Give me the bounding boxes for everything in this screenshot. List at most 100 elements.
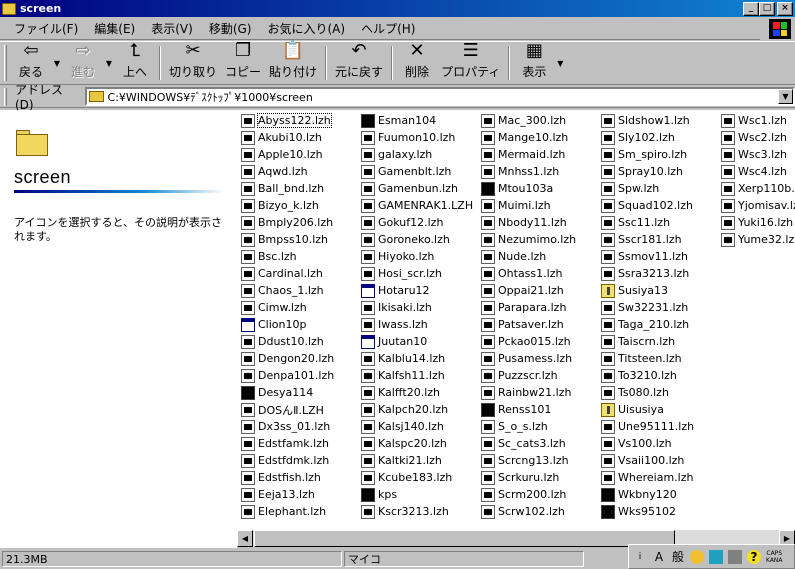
scroll-thumb[interactable] [254, 530, 675, 547]
file-item[interactable]: Mermaid.lzh [481, 146, 576, 163]
file-item[interactable]: Mnhss1.lzh [481, 163, 576, 180]
copy-button[interactable]: ❐ コピー [221, 41, 265, 84]
file-item[interactable]: Ssra3213.lzh [601, 265, 694, 282]
view-button[interactable]: ▦ 表示 [514, 41, 554, 84]
back-button[interactable]: ⇦ 戻る [11, 41, 51, 84]
paste-button[interactable]: 📋 貼り付け [265, 41, 321, 84]
file-item[interactable]: Vs100.lzh [601, 435, 694, 452]
file-item[interactable]: Gokuf12.lzh [361, 214, 473, 231]
file-item[interactable]: Edstfdmk.lzh [241, 452, 334, 469]
file-item[interactable]: Sly102.lzh [601, 129, 694, 146]
file-item[interactable]: Elephant.lzh [241, 503, 334, 520]
view-dropdown-icon[interactable]: ▼ [554, 42, 566, 84]
close-button[interactable]: × [777, 2, 793, 16]
file-item[interactable]: Kalfsh11.lzh [361, 367, 473, 384]
ime-tool-icon[interactable] [728, 549, 742, 564]
file-item[interactable]: Esman104 [361, 112, 473, 129]
menu-help[interactable]: ヘルプ(H) [353, 19, 423, 39]
file-item[interactable]: Kalpch20.lzh [361, 401, 473, 418]
file-item[interactable]: Mange10.lzh [481, 129, 576, 146]
file-item[interactable]: Edstfish.lzh [241, 469, 334, 486]
ime-dictionary-icon[interactable] [709, 549, 723, 564]
menu-file[interactable]: ファイル(F) [6, 19, 86, 39]
file-item[interactable]: Squad102.lzh [601, 197, 694, 214]
file-item[interactable]: Kalsj140.lzh [361, 418, 473, 435]
address-input[interactable]: C:¥WINDOWS¥ﾃﾞｽｸﾄｯﾌﾟ¥1000¥screen ▼ [84, 87, 795, 106]
back-dropdown-icon[interactable]: ▼ [51, 42, 63, 84]
file-item[interactable]: Scrw102.lzh [481, 503, 576, 520]
file-item[interactable]: Gamenblt.lzh [361, 163, 473, 180]
address-grip[interactable] [4, 87, 7, 106]
file-item[interactable]: Yuki16.lzh [721, 214, 795, 231]
undo-button[interactable]: ↶ 元に戻す [331, 41, 387, 84]
file-item[interactable]: Clion10p [241, 316, 334, 333]
file-item[interactable]: Aqwd.lzh [241, 163, 334, 180]
file-item[interactable]: Vsaii100.lzh [601, 452, 694, 469]
file-item[interactable]: GAMENRAK1.LZH [361, 197, 473, 214]
file-item[interactable]: Gamenbun.lzh [361, 180, 473, 197]
file-item[interactable]: Edstfamk.lzh [241, 435, 334, 452]
file-item[interactable]: Xerp110b.lzh [721, 180, 795, 197]
cut-button[interactable]: ✂ 切り取り [165, 41, 221, 84]
file-item[interactable]: Sscr181.lzh [601, 231, 694, 248]
minimize-button[interactable]: _ [743, 2, 759, 16]
file-item[interactable]: Nezumimo.lzh [481, 231, 576, 248]
file-item[interactable]: Hotaru12 [361, 282, 473, 299]
file-item[interactable]: To3210.lzh [601, 367, 694, 384]
file-item[interactable]: Cardinal.lzh [241, 265, 334, 282]
menu-favorites[interactable]: お気に入り(A) [259, 19, 353, 39]
file-item[interactable]: Mtou103a [481, 180, 576, 197]
file-item[interactable]: Ikisaki.lzh [361, 299, 473, 316]
file-item[interactable]: Akubi10.lzh [241, 129, 334, 146]
file-item[interactable]: Ball_bnd.lzh [241, 180, 334, 197]
file-item[interactable]: Scrm200.lzh [481, 486, 576, 503]
file-item[interactable]: Hiyoko.lzh [361, 248, 473, 265]
file-item[interactable]: Fuumon10.lzh [361, 129, 473, 146]
file-item[interactable]: Muimi.lzh [481, 197, 576, 214]
ime-help-icon[interactable]: ? [747, 549, 761, 564]
file-item[interactable]: Ssc11.lzh [601, 214, 694, 231]
file-item[interactable]: Wks95102 [601, 503, 694, 520]
file-item[interactable]: Eeja13.lzh [241, 486, 334, 503]
file-item[interactable]: Oppai21.lzh [481, 282, 576, 299]
file-item[interactable]: Ddust10.lzh [241, 333, 334, 350]
menu-view[interactable]: 表示(V) [143, 19, 201, 39]
file-item[interactable]: S_o_s.lzh [481, 418, 576, 435]
file-item[interactable]: Susiya13 [601, 282, 694, 299]
file-item[interactable]: Une95111.lzh [601, 418, 694, 435]
file-item[interactable]: Yjomisav.lzh [721, 197, 795, 214]
forward-dropdown-icon[interactable]: ▼ [103, 42, 115, 84]
address-dropdown-icon[interactable]: ▼ [778, 89, 793, 104]
file-item[interactable]: Sw32231.lzh [601, 299, 694, 316]
file-item[interactable]: Taiscrn.lzh [601, 333, 694, 350]
file-item[interactable]: Wsc4.lzh [721, 163, 795, 180]
file-item[interactable]: Bmpss10.lzh [241, 231, 334, 248]
file-item[interactable]: Denpa101.lzh [241, 367, 334, 384]
file-item[interactable]: Dengon20.lzh [241, 350, 334, 367]
file-item[interactable]: Ts080.lzh [601, 384, 694, 401]
file-item[interactable]: Parapara.lzh [481, 299, 576, 316]
file-item[interactable]: Wsc2.lzh [721, 129, 795, 146]
file-item[interactable]: Puzzscr.lzh [481, 367, 576, 384]
file-item[interactable]: Scrkuru.lzh [481, 469, 576, 486]
up-button[interactable]: ⮤ 上へ [115, 41, 155, 84]
menu-edit[interactable]: 編集(E) [86, 19, 143, 39]
file-item[interactable]: Goroneko.lzh [361, 231, 473, 248]
file-item[interactable]: Abyss122.lzh [241, 112, 334, 129]
file-item[interactable]: Scrcng13.lzh [481, 452, 576, 469]
file-item[interactable]: Kscr3213.lzh [361, 503, 473, 520]
file-item[interactable]: galaxy.lzh [361, 146, 473, 163]
file-item[interactable]: Titsteen.lzh [601, 350, 694, 367]
scroll-left-button[interactable]: ◀ [237, 530, 253, 547]
file-item[interactable]: Renss101 [481, 401, 576, 418]
ime-mode[interactable]: A [652, 550, 666, 564]
file-item[interactable]: Bizyo_k.lzh [241, 197, 334, 214]
maximize-button[interactable]: □ [759, 2, 775, 16]
file-item[interactable]: Pckao015.lzh [481, 333, 576, 350]
file-item[interactable]: Chaos_1.lzh [241, 282, 334, 299]
ime-kanji[interactable]: 般 [671, 550, 685, 564]
file-item[interactable]: Desya114 [241, 384, 334, 401]
file-item[interactable]: Sm_spiro.lzh [601, 146, 694, 163]
file-item[interactable]: Spray10.lzh [601, 163, 694, 180]
title-bar[interactable]: screen _ □ × [0, 0, 795, 17]
